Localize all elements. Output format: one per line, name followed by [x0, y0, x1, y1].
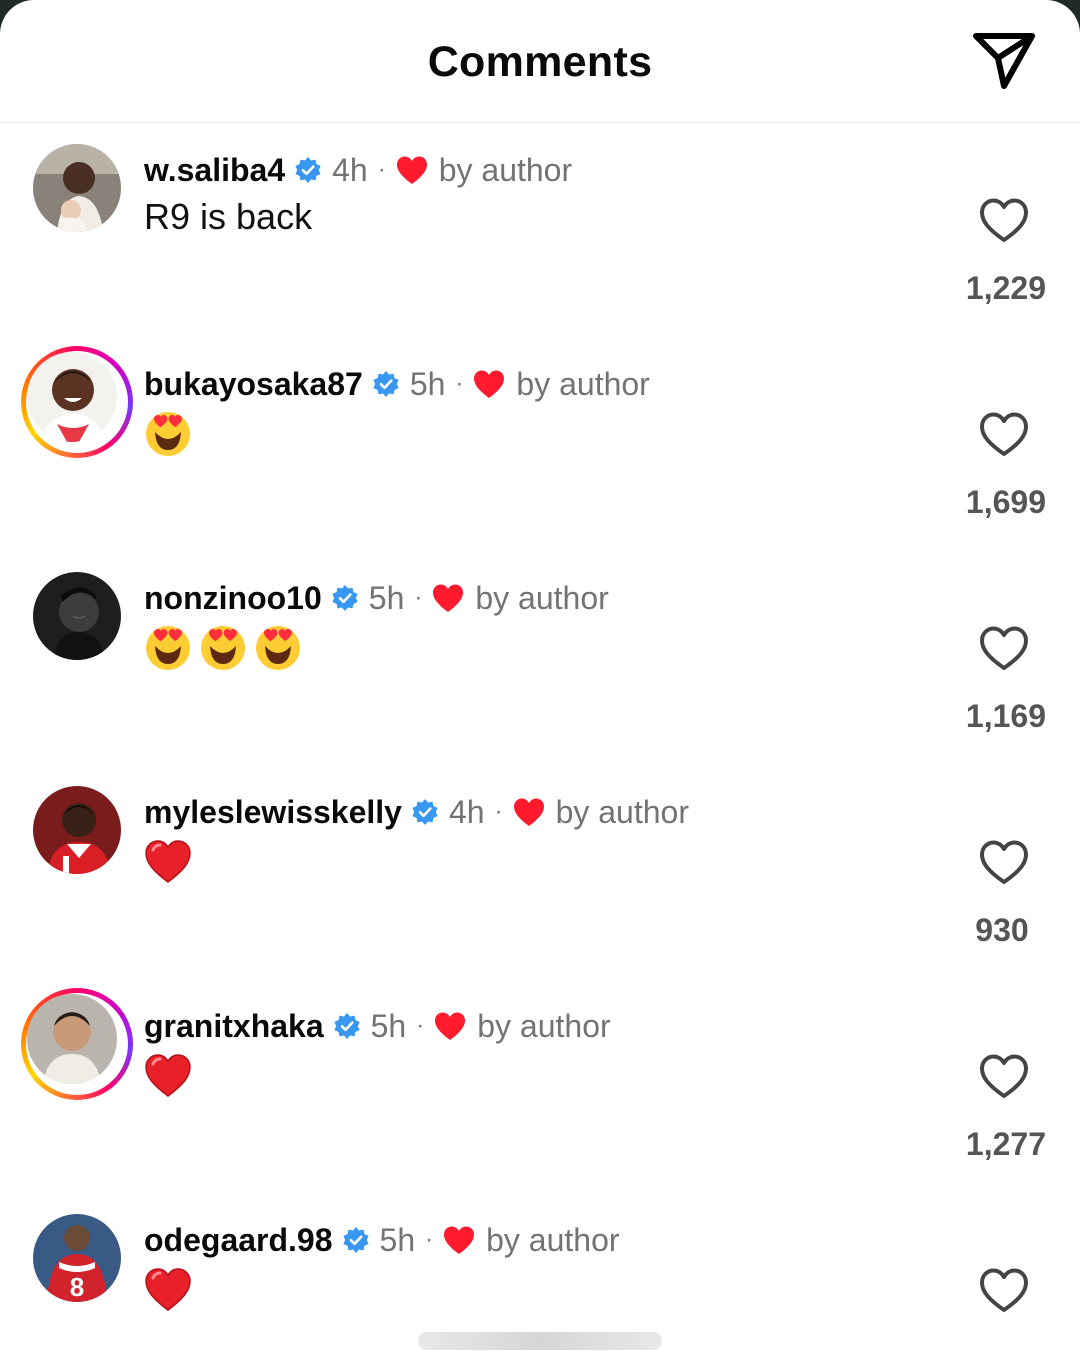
avatar-story-ring[interactable]: [21, 346, 133, 458]
heart-eyes-emoji-icon: [146, 626, 190, 670]
liked-by-author-label: by author: [475, 579, 609, 616]
comment-time: 5h: [379, 1221, 416, 1258]
comment-meta: bukayosaka87 5h · by author: [144, 364, 650, 404]
comment-text: [144, 410, 199, 458]
comment-meta: odegaard.98 5h · by author: [144, 1220, 620, 1260]
separator-dot: ·: [414, 584, 423, 611]
comment-text: [144, 1266, 199, 1314]
verified-badge-icon: [332, 585, 358, 611]
like-heart-icon[interactable]: [978, 838, 1030, 886]
comment-item: myleslewisskelly 4h · by author 930: [0, 766, 1080, 980]
comment-time: 5h: [409, 365, 446, 402]
like-count: 930: [975, 912, 1029, 948]
avatar-story-ring[interactable]: [21, 988, 133, 1100]
verified-badge-icon: [373, 371, 399, 397]
liked-by-author-heart-icon: [444, 1226, 475, 1254]
avatar[interactable]: 8: [33, 1214, 121, 1302]
comments-sheet: Comments w.saliba4 4h · by author R9 is …: [0, 0, 1080, 1365]
avatar-photo: [27, 994, 117, 1084]
avatar-photo: [33, 572, 121, 660]
avatar: [27, 352, 117, 442]
separator-dot: ·: [416, 1012, 425, 1039]
liked-by-author-label: by author: [516, 365, 650, 402]
comment-time: 4h: [332, 151, 368, 188]
verified-badge-icon: [342, 1227, 369, 1253]
liked-by-author-label: by author: [477, 1007, 611, 1044]
comment-text: R9 is back: [144, 196, 313, 237]
liked-by-author-label: by author: [486, 1221, 620, 1258]
red-heart-emoji-icon: [145, 840, 191, 883]
liked-by-author-heart-icon: [435, 1012, 466, 1040]
avatar-photo: 8: [33, 1214, 121, 1302]
heart-eyes-emoji-icon: [201, 626, 245, 670]
like-count: 1,169: [965, 698, 1046, 734]
liked-by-author-label: by author: [555, 793, 689, 830]
comment-meta: myleslewisskelly 4h · by author: [144, 792, 689, 832]
separator-dot: ·: [455, 370, 464, 397]
like-heart-icon[interactable]: [978, 196, 1030, 244]
comment-text: [144, 624, 309, 672]
comment-meta: granitxhaka 5h · by author: [144, 1006, 611, 1046]
verified-badge-icon: [334, 1013, 360, 1039]
liked-by-author-heart-icon: [513, 798, 544, 826]
separator-dot: ·: [494, 798, 503, 825]
liked-by-author-heart-icon: [433, 584, 464, 612]
svg-text:8: 8: [70, 1272, 84, 1302]
comment-time: 5h: [368, 579, 405, 616]
liked-by-author-heart-icon: [396, 156, 427, 184]
comment-item: nonzinoo10 5h · by author 1,169: [0, 552, 1080, 766]
avatar[interactable]: [33, 572, 121, 660]
username[interactable]: nonzinoo10: [144, 580, 322, 617]
avatar-photo: [33, 786, 121, 874]
red-heart-emoji-icon: [145, 1268, 191, 1311]
avatar[interactable]: [33, 144, 121, 232]
comment-item: w.saliba4 4h · by author R9 is back 1,22…: [0, 124, 1080, 338]
username[interactable]: w.saliba4: [144, 152, 285, 189]
comment-item: granitxhaka 5h · by author 1,277: [0, 980, 1080, 1194]
heart-eyes-emoji-icon: [146, 412, 190, 456]
comment-text: [144, 838, 199, 886]
red-heart-emoji-icon: [145, 1054, 191, 1097]
avatar: [27, 994, 117, 1084]
separator-dot: ·: [425, 1226, 434, 1253]
username[interactable]: granitxhaka: [144, 1008, 324, 1045]
like-heart-icon[interactable]: [978, 624, 1030, 672]
comment-meta: w.saliba4 4h · by author: [144, 150, 572, 190]
avatar-photo: [27, 352, 117, 442]
username[interactable]: odegaard.98: [144, 1222, 333, 1259]
avatar-photo: [33, 144, 121, 232]
heart-eyes-emoji-icon: [256, 626, 300, 670]
avatar[interactable]: [33, 786, 121, 874]
page-title: Comments: [427, 38, 653, 86]
verified-badge-icon: [295, 157, 321, 183]
comments-header: Comments: [0, 0, 1080, 123]
comment-text: [144, 1052, 199, 1100]
home-indicator: [418, 1332, 662, 1350]
username[interactable]: myleslewisskelly: [144, 794, 402, 831]
username[interactable]: bukayosaka87: [144, 366, 363, 403]
comment-time: 5h: [370, 1007, 407, 1044]
comment-item: bukayosaka87 5h · by author 1,699: [0, 338, 1080, 552]
like-heart-icon[interactable]: [978, 1052, 1030, 1100]
like-heart-icon[interactable]: [978, 1266, 1030, 1314]
liked-by-author-label: by author: [438, 151, 573, 188]
send-icon[interactable]: [968, 26, 1040, 94]
liked-by-author-heart-icon: [474, 370, 505, 398]
comment-time: 4h: [448, 793, 485, 830]
comment-meta: nonzinoo10 5h · by author: [144, 578, 609, 618]
verified-badge-icon: [412, 799, 438, 825]
like-count: 1,229: [965, 270, 1046, 306]
separator-dot: ·: [377, 156, 386, 183]
like-count: 1,699: [965, 484, 1046, 520]
like-count: 1,277: [965, 1126, 1046, 1162]
like-heart-icon[interactable]: [978, 410, 1030, 458]
